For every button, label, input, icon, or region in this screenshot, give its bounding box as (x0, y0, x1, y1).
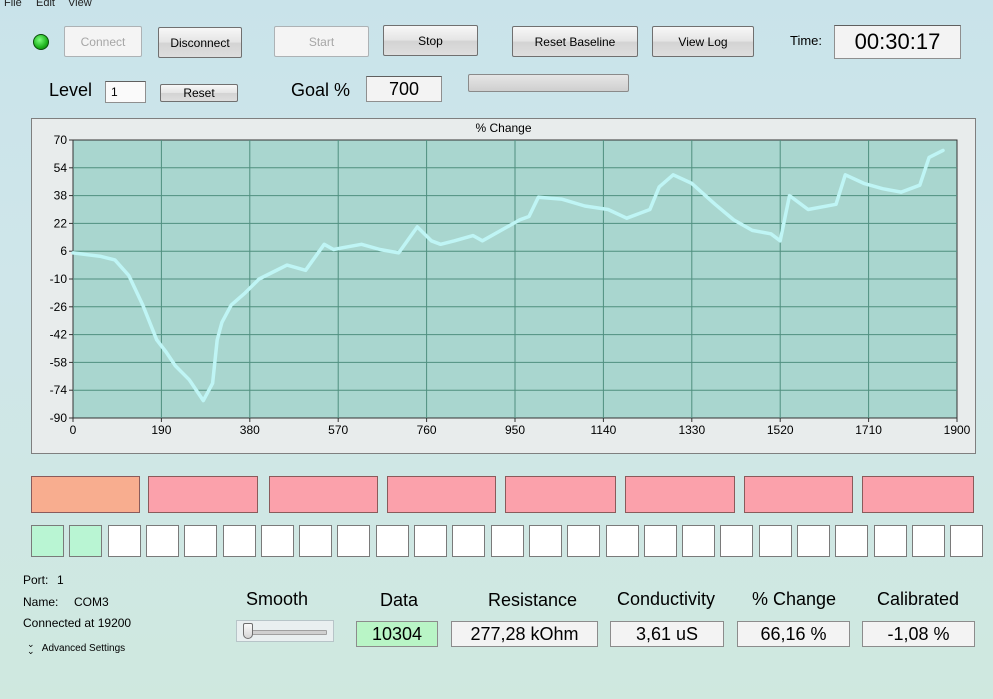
slider-thumb[interactable] (243, 623, 253, 639)
time-label: Time: (790, 33, 823, 48)
menu-bar: File Edit View (0, 0, 993, 10)
x-tick-label: 1140 (590, 423, 616, 437)
y-tick-label: 22 (54, 216, 68, 230)
level-label: Level (49, 80, 93, 100)
x-tick-label: 1330 (678, 423, 705, 437)
advanced-settings-toggle[interactable]: ⌄ ⌄ Advanced Settings (27, 639, 126, 656)
x-tick-label: 1900 (944, 423, 971, 437)
progress-cell (682, 525, 715, 557)
level-input[interactable]: 1 (105, 81, 146, 103)
y-tick-label: -58 (50, 355, 68, 369)
double-chevron-down-icon: ⌄ ⌄ (27, 639, 35, 656)
progress-cell (261, 525, 294, 557)
progress-cell (414, 525, 447, 557)
y-tick-label: -90 (50, 411, 68, 425)
progress-cell (184, 525, 217, 557)
progress-cell (69, 525, 102, 557)
disconnect-button[interactable]: Disconnect (158, 27, 242, 58)
menu-view[interactable]: View (68, 0, 92, 9)
connection-status-led-icon (33, 34, 49, 50)
x-tick-label: 760 (417, 423, 437, 437)
progress-cell (529, 525, 562, 557)
status-box (269, 476, 378, 513)
status-box (31, 476, 140, 513)
time-display: 00:30:17 (834, 25, 961, 59)
progress-cell (567, 525, 600, 557)
x-tick-label: 1520 (767, 423, 794, 437)
resistance-label: Resistance (488, 590, 578, 610)
port-value: 1 (57, 573, 64, 587)
status-box (505, 476, 616, 513)
data-value: 10304 (356, 621, 438, 647)
y-tick-label: 38 (54, 189, 68, 203)
menu-file[interactable]: File (4, 0, 22, 9)
progress-cell (108, 525, 141, 557)
percent-change-value: 66,16 % (737, 621, 850, 647)
x-tick-label: 570 (328, 423, 348, 437)
progress-cell (644, 525, 677, 557)
chart-svg: 0 190 380 570 760 950 1140 1330 1520 1710 1900 70 54… (50, 133, 971, 437)
progress-cell (874, 525, 907, 557)
status-box (862, 476, 974, 513)
progress-cell (223, 525, 256, 557)
connect-button[interactable]: Connect (64, 26, 142, 57)
progress-cell (299, 525, 332, 557)
status-box (625, 476, 735, 513)
progress-cell (912, 525, 945, 557)
x-tick-label: 380 (240, 423, 260, 437)
goal-label: Goal % (291, 80, 351, 100)
name-label: Name: (23, 595, 59, 609)
y-tick-label: 54 (54, 161, 68, 175)
status-box (148, 476, 258, 513)
y-tick-label: -26 (50, 300, 68, 314)
view-log-button[interactable]: View Log (652, 26, 754, 57)
start-button[interactable]: Start (274, 26, 369, 57)
y-tick-label: -42 (50, 328, 68, 342)
y-tick-label: 6 (60, 244, 67, 258)
reset-baseline-button[interactable]: Reset Baseline (512, 26, 638, 57)
smooth-slider[interactable] (236, 620, 334, 642)
progress-cell (835, 525, 868, 557)
x-tick-label: 0 (70, 423, 77, 437)
x-tick-label: 950 (505, 423, 525, 437)
calibrated-value: -1,08 % (862, 621, 975, 647)
menu-edit[interactable]: Edit (36, 0, 55, 9)
progress-cell (337, 525, 370, 557)
goal-value: 700 (366, 76, 442, 102)
progress-cell (720, 525, 753, 557)
name-value: COM3 (74, 595, 109, 609)
status-box (387, 476, 496, 513)
calibrated-label: Calibrated (877, 589, 960, 609)
x-tick-label: 190 (151, 423, 171, 437)
progress-cell (797, 525, 830, 557)
percent-change-chart: % Change 0 190 380 570 760 950 1140 1330 1520 171… (31, 118, 976, 454)
slider-track (247, 630, 327, 635)
percent-change-label: % Change (752, 589, 837, 609)
progress-cell (491, 525, 524, 557)
progress-cell (759, 525, 792, 557)
smooth-label: Smooth (246, 589, 309, 609)
port-label: Port: (23, 573, 49, 587)
goal-progress-bar (468, 74, 629, 92)
connection-status-text: Connected at 19200 (23, 616, 132, 630)
level-reset-button[interactable]: Reset (160, 84, 238, 102)
resistance-value: 277,28 kOhm (451, 621, 598, 647)
x-tick-label: 1710 (855, 423, 882, 437)
progress-cell (950, 525, 983, 557)
y-tick-label: -10 (50, 272, 68, 286)
conductivity-value: 3,61 uS (610, 621, 724, 647)
y-tick-label: -74 (50, 383, 68, 397)
y-tick-label: 70 (54, 133, 68, 147)
progress-cell (606, 525, 639, 557)
status-box (744, 476, 853, 513)
conductivity-label: Conductivity (617, 589, 716, 609)
progress-cell (31, 525, 64, 557)
progress-cell (376, 525, 409, 557)
advanced-settings-label: Advanced Settings (41, 642, 126, 654)
progress-cell (146, 525, 179, 557)
stop-button[interactable]: Stop (383, 25, 478, 56)
progress-cell (452, 525, 485, 557)
data-label: Data (380, 590, 419, 610)
